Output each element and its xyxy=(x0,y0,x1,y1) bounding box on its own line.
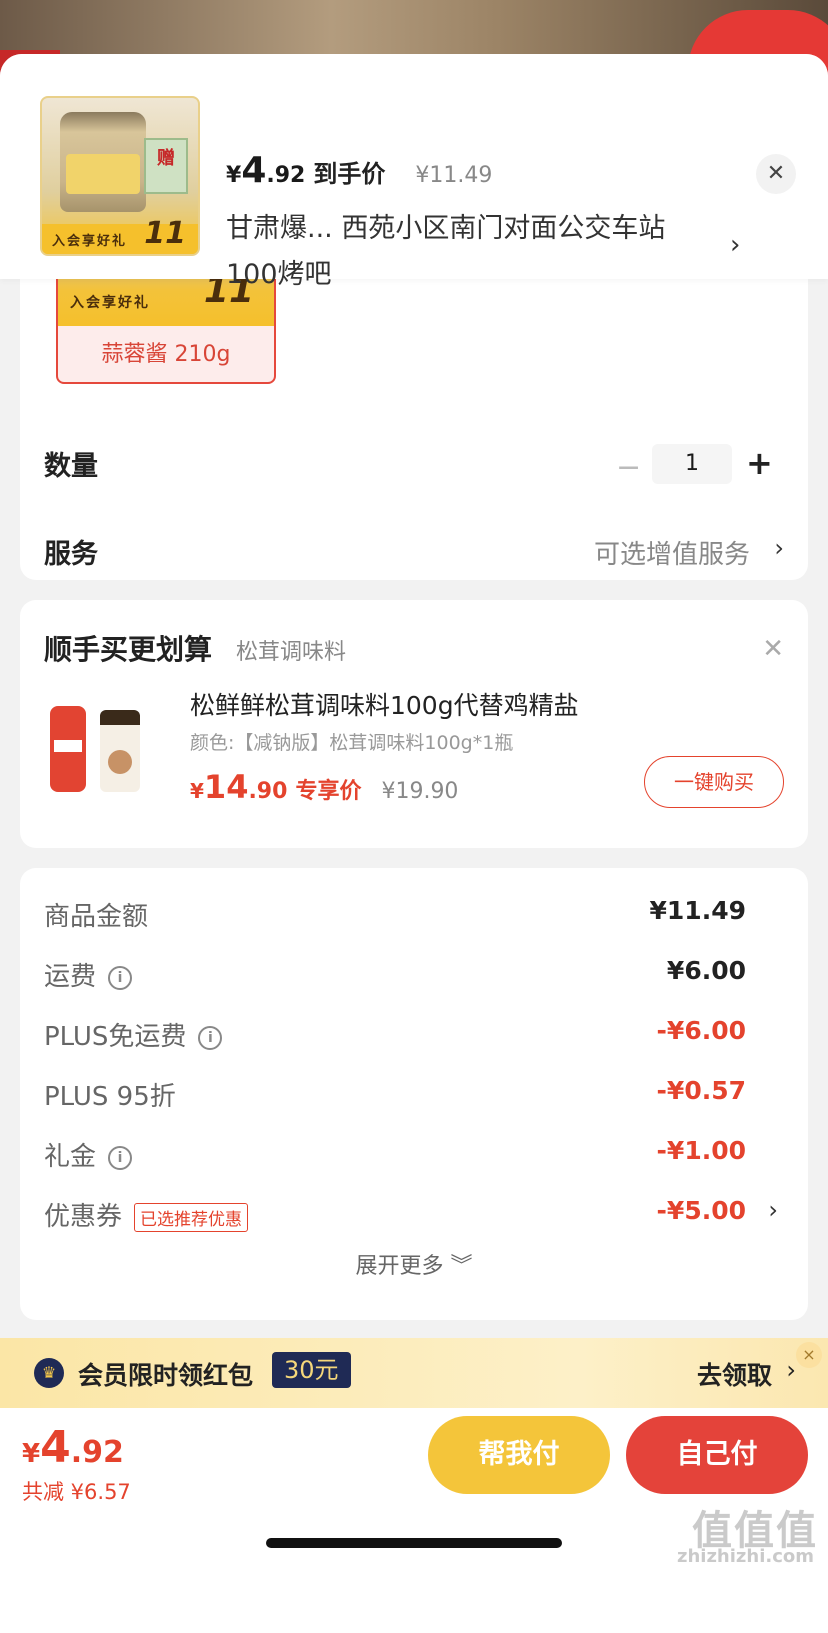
chevron-right-icon[interactable]: › xyxy=(768,1196,778,1224)
gift-tag: 赠 xyxy=(144,138,188,194)
addon-original-price: ¥19.90 xyxy=(381,779,459,804)
info-icon[interactable]: i xyxy=(198,1025,223,1050)
total-saved: 共减 ¥6.57 xyxy=(22,1480,131,1504)
expand-more-button[interactable]: 展开更多 ︾ xyxy=(20,1248,808,1280)
thumb-band: 入会享好礼 11 xyxy=(42,216,198,254)
close-icon[interactable]: ✕ xyxy=(762,634,784,664)
close-button[interactable]: ✕ xyxy=(756,154,796,194)
quantity-minus-button[interactable]: − xyxy=(616,450,641,485)
fee-value: -¥1.00 xyxy=(656,1136,746,1165)
promo-text: 会员限时领红包 xyxy=(78,1361,254,1390)
product-thumbnail: 赠 入会享好礼 11 xyxy=(40,96,200,256)
seasoning-bottle xyxy=(100,710,140,792)
fee-row: PLUS免运费 i -¥6.00 xyxy=(44,1016,784,1056)
chevron-right-icon[interactable]: › xyxy=(730,230,740,260)
price-tag: 到手价 xyxy=(313,160,386,188)
help-me-pay-button[interactable]: 帮我付 xyxy=(428,1416,610,1494)
watermark-url: zhizhizhi.com xyxy=(676,1546,814,1567)
info-icon[interactable]: i xyxy=(108,1145,133,1170)
addon-subtitle: 松茸调味料 xyxy=(236,640,347,665)
service-value[interactable]: 可选增值服务 xyxy=(594,534,750,571)
chevron-right-icon[interactable]: › xyxy=(786,1356,796,1384)
quantity-label: 数量 xyxy=(44,451,98,482)
fee-label: 商品金额 xyxy=(44,902,149,932)
fee-label-text: PLUS免运费 xyxy=(44,1022,187,1052)
thumb-band-num: 11 xyxy=(144,216,186,251)
total-dec: .92 xyxy=(70,1435,124,1470)
addon-title: 顺手买更划算 xyxy=(44,633,213,666)
info-icon[interactable]: i xyxy=(108,965,133,990)
quantity-plus-button[interactable]: + xyxy=(746,444,773,482)
price-yen: ¥ xyxy=(226,163,242,188)
fee-label: PLUS免运费 i xyxy=(44,1016,223,1053)
fee-row: 运费 i ¥6.00 xyxy=(44,956,784,996)
fee-label: PLUS 95折 xyxy=(44,1082,176,1112)
fee-label-text: 运费 xyxy=(44,962,97,992)
addon-product-image[interactable] xyxy=(50,696,150,796)
chevron-right-icon[interactable]: › xyxy=(774,534,784,562)
fee-value: -¥5.00 xyxy=(656,1196,746,1225)
jar-label xyxy=(66,154,140,194)
promo-amount: 30元 xyxy=(272,1352,351,1388)
delivery-address[interactable]: 甘肃爆... 西苑小区南门对面公交车站100烤吧 xyxy=(226,206,716,298)
total-int: 4 xyxy=(40,1422,71,1473)
option-label: 蒜蓉酱 210g xyxy=(101,342,231,367)
header-price: ¥ 4 .92 到手价 ¥11.49 xyxy=(226,150,492,191)
home-indicator[interactable] xyxy=(266,1538,562,1548)
member-promo-banner[interactable]: ♛ 会员限时领红包 30元 去领取 › × xyxy=(0,1338,828,1408)
seasoning-bag xyxy=(50,706,86,792)
sheet-header: 赠 入会享好礼 11 ¥ 4 .92 到手价 ¥11.49 甘肃爆... 西苑小… xyxy=(0,54,828,290)
addon-card: 顺手买更划算 松茸调味料 ✕ 松鲜鲜松茸调味料100g代替鸡精盐 颜色:【减钠版… xyxy=(20,600,808,848)
close-icon: ✕ xyxy=(766,161,786,186)
fee-label: 优惠券 已选推荐优惠 xyxy=(44,1196,249,1233)
crown-icon: ♛ xyxy=(34,1358,64,1388)
fee-label-text: 优惠券 xyxy=(44,1202,123,1232)
option-band-text: 入会享好礼 xyxy=(70,295,150,311)
addon-price-yen: ¥ xyxy=(190,779,204,803)
fee-label: 运费 i xyxy=(44,956,133,993)
coupon-badge: 已选推荐优惠 xyxy=(134,1203,249,1232)
close-icon[interactable]: × xyxy=(796,1342,822,1368)
gift-tag-text: 赠 xyxy=(157,148,175,169)
one-click-buy-button[interactable]: 一键购买 xyxy=(644,756,784,808)
total-price: ¥ 4 .92 xyxy=(22,1422,124,1473)
fee-row: PLUS 95折 -¥0.57 xyxy=(44,1076,784,1116)
fee-value: -¥6.00 xyxy=(656,1016,746,1045)
fee-label-text: 礼金 xyxy=(44,1142,97,1172)
price-dec: .92 xyxy=(266,163,306,188)
fee-row: 礼金 i -¥1.00 xyxy=(44,1136,784,1176)
fee-value: ¥6.00 xyxy=(666,956,746,985)
price-int: 4 xyxy=(241,150,267,191)
original-price: ¥11.49 xyxy=(415,163,493,188)
fee-breakdown-card: 商品金额 ¥11.49 运费 i ¥6.00 PLUS免运费 i -¥6.00 PL… xyxy=(20,868,808,1320)
addon-product-name[interactable]: 松鲜鲜松茸调味料100g代替鸡精盐 xyxy=(190,686,579,722)
service-label: 服务 xyxy=(44,539,98,570)
pay-myself-button[interactable]: 自己付 xyxy=(626,1416,808,1494)
fee-value: -¥0.57 xyxy=(656,1076,746,1105)
fee-value: ¥11.49 xyxy=(649,896,746,925)
fee-row: 商品金额 ¥11.49 xyxy=(44,896,784,936)
claim-button[interactable]: 去领取 xyxy=(697,1356,772,1392)
quantity-input[interactable]: 1 xyxy=(652,444,732,484)
total-yen: ¥ xyxy=(22,1439,41,1469)
addon-price: ¥ 14 .90 专享价 ¥19.90 xyxy=(190,768,458,806)
addon-price-tag: 专享价 xyxy=(295,779,362,804)
coupon-row[interactable]: 优惠券 已选推荐优惠 -¥5.00 › xyxy=(44,1196,784,1236)
thumb-band-text: 入会享好礼 xyxy=(52,234,128,249)
addon-price-int: 14 xyxy=(203,768,249,806)
checkout-bar: ¥ 4 .92 共减 ¥6.57 帮我付 自己付 值值值 zhizhizhi.c… xyxy=(0,1408,828,1633)
fee-label: 礼金 i xyxy=(44,1136,133,1173)
addon-product-spec: 颜色:【减钠版】松茸调味料100g*1瓶 xyxy=(190,732,514,754)
addon-price-dec: .90 xyxy=(248,779,288,804)
